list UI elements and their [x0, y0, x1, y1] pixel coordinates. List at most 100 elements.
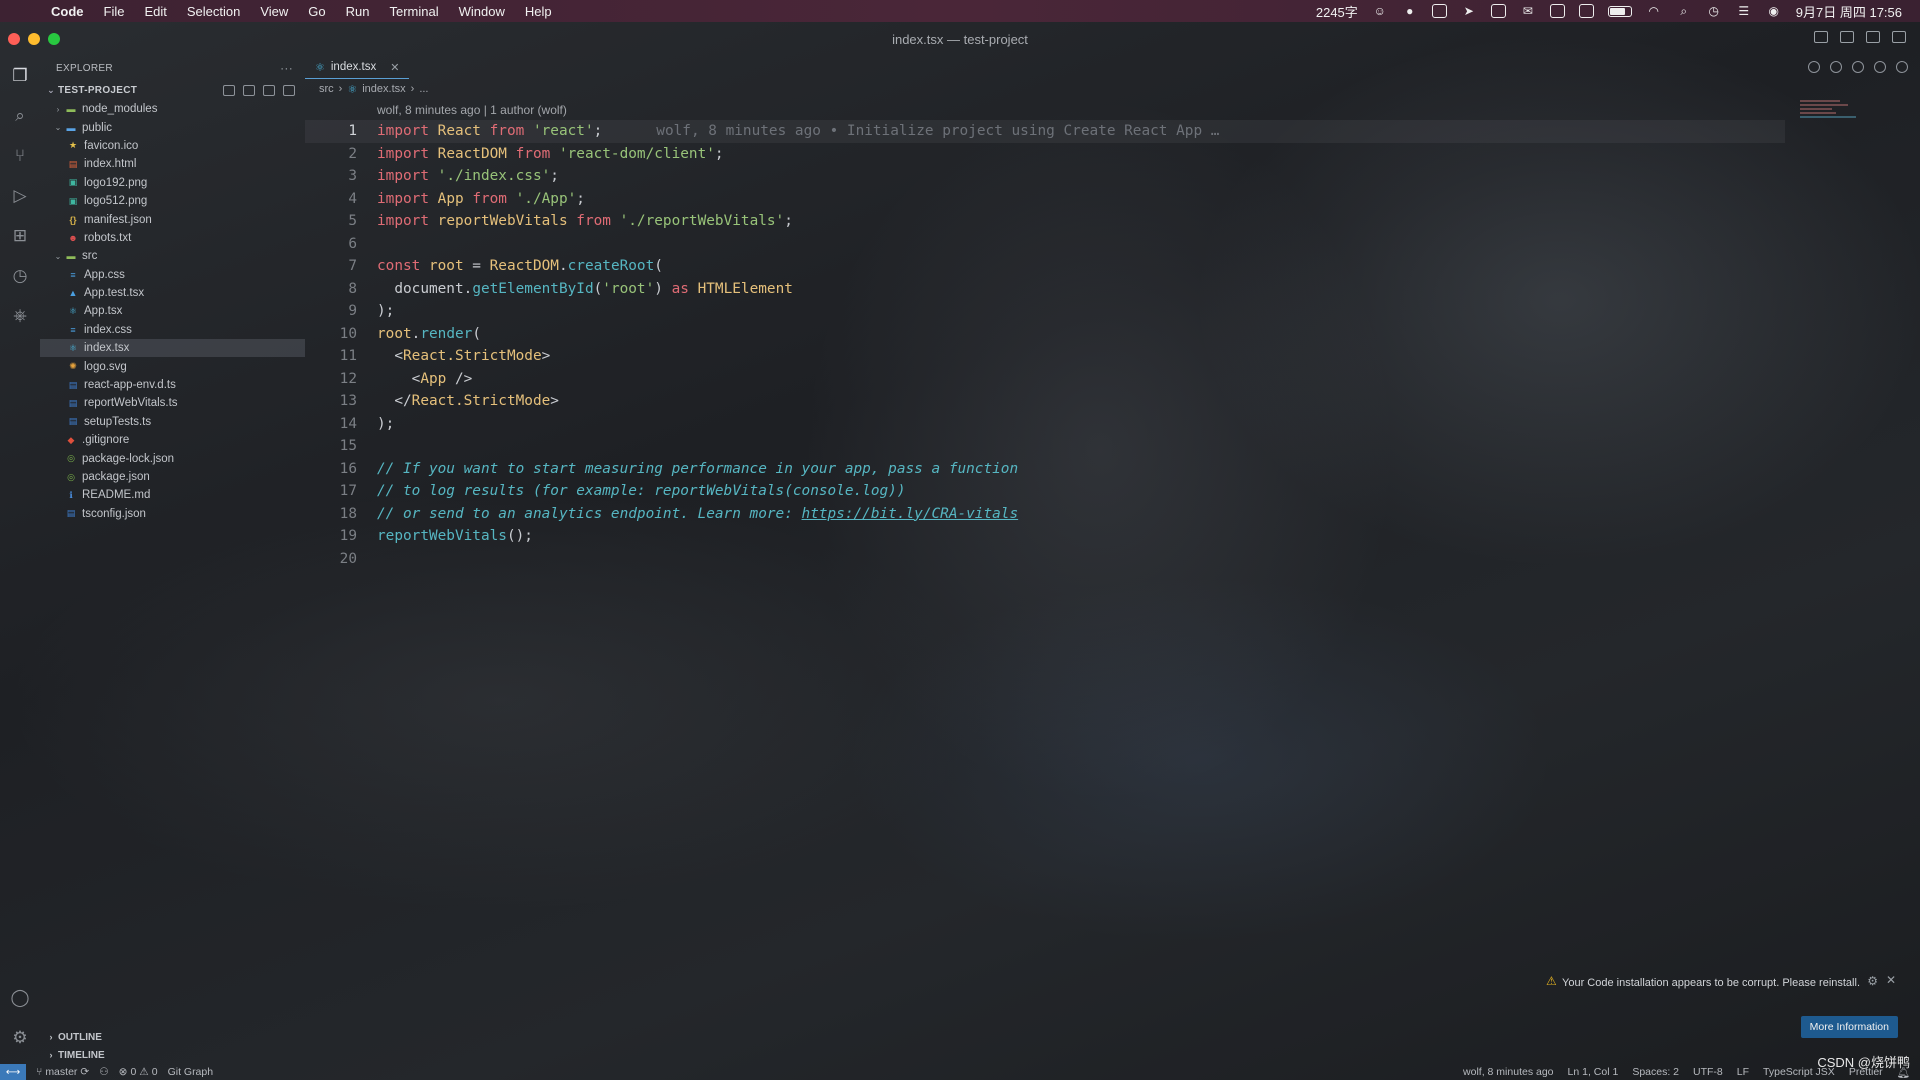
- project-root[interactable]: ⌄ TEST-PROJECT: [40, 80, 305, 100]
- problems-indicator[interactable]: ⊗ 0 ⚠ 0: [119, 1066, 158, 1078]
- code-line[interactable]: 13 </React.StrictMode>: [305, 390, 1785, 413]
- tree-file[interactable]: ✺ logo.svg: [40, 357, 305, 375]
- wifi-icon[interactable]: ◠: [1646, 4, 1662, 18]
- branch-indicator[interactable]: ⑂ master ⟳: [36, 1066, 89, 1078]
- menu-view[interactable]: View: [260, 4, 288, 19]
- tree-file[interactable]: ⚛ index.tsx: [40, 339, 305, 358]
- code-line[interactable]: 6: [305, 233, 1785, 256]
- image-app-icon[interactable]: [1549, 4, 1565, 18]
- git-blame-codelens[interactable]: wolf, 8 minutes ago | 1 author (wolf): [377, 103, 567, 117]
- more-actions-icon[interactable]: ···: [280, 61, 293, 75]
- code-line[interactable]: 9);: [305, 300, 1785, 323]
- code-line[interactable]: 20: [305, 548, 1785, 571]
- code-line[interactable]: 12 <App />: [305, 368, 1785, 391]
- remote-explorer-icon[interactable]: ⎈: [0, 296, 40, 336]
- git-graph-button[interactable]: Git Graph: [168, 1066, 214, 1078]
- refresh-icon[interactable]: [263, 84, 275, 96]
- encoding[interactable]: UTF-8: [1693, 1066, 1723, 1079]
- code-link[interactable]: https://bit.ly/CRA-vitals: [802, 506, 1019, 522]
- close-notification-icon[interactable]: ✕: [1886, 973, 1896, 987]
- customize-layout-icon[interactable]: [1892, 31, 1906, 43]
- menu-edit[interactable]: Edit: [144, 4, 166, 19]
- tree-file[interactable]: ▣ logo512.png: [40, 192, 305, 210]
- code-line[interactable]: 14);: [305, 413, 1785, 436]
- code-line[interactable]: 18 // or send to an analytics endpoint. L…: [305, 503, 1785, 526]
- timeline-view-icon[interactable]: [1874, 61, 1886, 73]
- menu-file[interactable]: File: [104, 4, 125, 19]
- tree-file[interactable]: ≡ index.css: [40, 321, 305, 339]
- timeline-icon[interactable]: ◷: [0, 256, 40, 296]
- code-line[interactable]: 5 import reportWebVitals from './reportWe…: [305, 210, 1785, 233]
- tree-file[interactable]: ◎ package-lock.json: [40, 449, 305, 467]
- tree-file[interactable]: ★ favicon.ico: [40, 137, 305, 155]
- menu-run[interactable]: Run: [346, 4, 370, 19]
- toggle-panel-icon[interactable]: [1840, 31, 1854, 43]
- siri-icon[interactable]: ◉: [1766, 4, 1782, 18]
- menu-go[interactable]: Go: [308, 4, 325, 19]
- menu-code[interactable]: Code: [51, 4, 84, 19]
- account-icon[interactable]: ◯: [0, 978, 40, 1018]
- tree-folder[interactable]: ⌄ ▬ public: [40, 118, 305, 136]
- tree-file[interactable]: ▲ App.test.tsx: [40, 284, 305, 302]
- menu-selection[interactable]: Selection: [187, 4, 240, 19]
- source-control-icon[interactable]: ⑂: [0, 136, 40, 176]
- timeline-panel[interactable]: › TIMELINE: [40, 1046, 305, 1064]
- outline-panel[interactable]: › OUTLINE: [40, 1028, 305, 1046]
- tree-folder[interactable]: › ▬ node_modules: [40, 100, 305, 118]
- close-tab-icon[interactable]: ✕: [390, 61, 399, 74]
- tree-file[interactable]: ▤ setupTests.ts: [40, 413, 305, 431]
- app-status-icon[interactable]: [1490, 4, 1506, 18]
- tree-file[interactable]: ☻ robots.txt: [40, 229, 305, 247]
- menu-window[interactable]: Window: [459, 4, 505, 19]
- code-line[interactable]: 2 import ReactDOM from 'react-dom/client'…: [305, 143, 1785, 166]
- end-of-line[interactable]: LF: [1737, 1066, 1749, 1079]
- minimap[interactable]: [1800, 100, 1880, 150]
- tab-index-tsx[interactable]: ⚛ index.tsx ✕: [305, 56, 410, 79]
- tree-file[interactable]: ▤ tsconfig.json: [40, 505, 305, 523]
- code-line[interactable]: 7 const root = ReactDOM.createRoot(: [305, 255, 1785, 278]
- toggle-secondary-sidebar-icon[interactable]: [1866, 31, 1880, 43]
- word-count[interactable]: 2245字: [1316, 2, 1358, 21]
- code-line[interactable]: 3 import './index.css';: [305, 165, 1785, 188]
- tree-file[interactable]: ▤ index.html: [40, 155, 305, 173]
- spotlight-search-icon[interactable]: ⌕: [1676, 4, 1692, 18]
- tree-file[interactable]: ▤ reportWebVitals.ts: [40, 394, 305, 412]
- split-editor-icon[interactable]: [1896, 61, 1908, 73]
- tree-file[interactable]: ≡ App.css: [40, 266, 305, 284]
- live-share-indicator[interactable]: ⚇: [99, 1066, 108, 1078]
- tree-file[interactable]: {} manifest.json: [40, 210, 305, 228]
- code-line[interactable]: 8 document.getElementById('root') as HTM…: [305, 278, 1785, 301]
- git-open-changes-icon[interactable]: [1808, 61, 1820, 73]
- run-debug-icon[interactable]: ▷: [0, 176, 40, 216]
- code-line[interactable]: 11 <React.StrictMode>: [305, 345, 1785, 368]
- code-editor[interactable]: 1 import React from 'react'; wolf, 8 minut…: [305, 120, 1785, 570]
- microphone-icon[interactable]: ●: [1402, 4, 1418, 18]
- send-icon[interactable]: ➤: [1461, 4, 1477, 18]
- code-line[interactable]: 4 import App from './App';: [305, 188, 1785, 211]
- menubar-clock[interactable]: 9月7日 周四 17:56: [1796, 2, 1902, 21]
- more-information-button[interactable]: More Information: [1800, 1016, 1898, 1038]
- time-machine-icon[interactable]: ◷: [1706, 4, 1722, 18]
- battery-icon[interactable]: [1607, 5, 1632, 17]
- wechat-icon[interactable]: ✉: [1520, 4, 1536, 18]
- tree-file[interactable]: ⚛ App.tsx: [40, 302, 305, 320]
- cursor-position[interactable]: Ln 1, Col 1: [1568, 1066, 1619, 1079]
- tree-file[interactable]: ▣ logo192.png: [40, 174, 305, 192]
- breadcrumb-symbol[interactable]: ...: [419, 83, 428, 95]
- code-line[interactable]: 1 import React from 'react'; wolf, 8 minut…: [305, 120, 1785, 143]
- tree-file[interactable]: ▤ react-app-env.d.ts: [40, 376, 305, 394]
- input-method-icon[interactable]: [1431, 4, 1447, 18]
- menu-help[interactable]: Help: [525, 4, 552, 19]
- sync-icon[interactable]: [1578, 4, 1594, 18]
- notification-settings-icon[interactable]: ⚙: [1867, 974, 1878, 988]
- emoji-icon[interactable]: ☺: [1372, 4, 1388, 18]
- tree-file[interactable]: ℹ README.md: [40, 486, 305, 504]
- control-center-icon[interactable]: ☰: [1736, 4, 1752, 18]
- code-line[interactable]: 15: [305, 435, 1785, 458]
- new-folder-icon[interactable]: [243, 84, 255, 96]
- remote-indicator-icon[interactable]: ⟷: [0, 1064, 26, 1080]
- go-back-icon[interactable]: [1830, 61, 1842, 73]
- code-line[interactable]: 16 // If you want to start measuring perf…: [305, 458, 1785, 481]
- new-file-icon[interactable]: [223, 84, 235, 96]
- explorer-icon[interactable]: ❐: [0, 56, 40, 96]
